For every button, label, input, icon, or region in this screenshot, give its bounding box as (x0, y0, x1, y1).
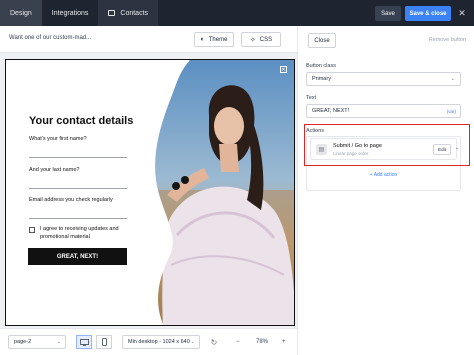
button-text-input[interactable]: GREAT, NEXT! {var} (306, 104, 461, 118)
button-text-value: GREAT, NEXT! (312, 108, 350, 114)
chevron-down-icon: ⌄ (56, 339, 61, 345)
viewport-select[interactable]: Min desktop - 1024 x 640 ⌄ (122, 335, 200, 349)
zoom-level: 78% (256, 339, 269, 345)
css-label: CSS (259, 36, 273, 43)
rotate-icon: ↻ (210, 337, 218, 347)
email-label[interactable]: Email address you check regularly (29, 197, 113, 203)
close-icon[interactable]: ✕ (456, 6, 468, 21)
page-select-value: page-2 (14, 339, 32, 345)
button-class-label: Button class (306, 63, 336, 69)
properties-panel: Close Remove button Button class Primary… (297, 26, 474, 355)
tab-design[interactable]: Design (0, 0, 42, 26)
text-label: Text (306, 95, 317, 101)
zoom-out-button[interactable]: − (236, 335, 240, 349)
theme-button[interactable]: ◐ Theme (194, 32, 234, 47)
button-class-value: Primary (312, 76, 331, 82)
desktop-view-button[interactable] (76, 335, 92, 349)
mobile-view-button[interactable] (96, 335, 112, 349)
css-button[interactable]: ✧ CSS (241, 32, 281, 47)
great-next-button[interactable]: GREAT, NEXT! (28, 248, 127, 265)
rotate-button[interactable]: ↻ (206, 335, 222, 349)
add-action-link[interactable]: + Add action (306, 172, 461, 178)
palette-icon: ◐ (200, 36, 205, 43)
custom-design-prompt[interactable]: Want one of our custom-mad... (9, 35, 91, 41)
monitor-icon (79, 338, 89, 346)
phone-icon (101, 338, 107, 346)
tab-design-label: Design (10, 9, 32, 17)
actions-highlight (304, 124, 470, 166)
hero-photo[interactable] (149, 60, 295, 326)
tab-integrations-label: Integrations (51, 9, 89, 17)
contacts-icon (108, 10, 116, 16)
remove-button-link[interactable]: Remove button (429, 37, 466, 43)
first-name-input[interactable] (29, 157, 127, 158)
top-bar: Design Integrations Contacts (0, 0, 474, 26)
chevron-down-icon: ⌄ (190, 339, 195, 345)
save-button[interactable]: Save (375, 6, 401, 21)
zoom-in-button[interactable]: + (282, 335, 286, 349)
magic-wand-icon: ✧ (249, 36, 256, 44)
email-input[interactable] (29, 218, 127, 219)
theme-label: Theme (208, 36, 228, 43)
chevron-down-icon: ⌄ (450, 76, 455, 82)
consent-label[interactable]: I agree to receiving updates and promoti… (40, 226, 135, 241)
save-close-button[interactable]: Save & close (405, 6, 451, 21)
last-name-label[interactable]: And your last name? (29, 167, 79, 173)
button-class-select[interactable]: Primary ⌄ (306, 72, 461, 86)
panel-close-button[interactable]: Close (308, 33, 336, 48)
page-select[interactable]: page-2 ⌄ (8, 335, 66, 349)
popup-title[interactable]: Your contact details (29, 115, 133, 127)
editor-canvas: Your contact details What's your first n… (0, 53, 297, 328)
tab-integrations[interactable]: Integrations (42, 0, 99, 26)
last-name-input[interactable] (29, 188, 127, 189)
editor-toolbar: Want one of our custom-mad... ◐ Theme ✧ CS… (0, 26, 297, 53)
popup-preview[interactable]: Your contact details What's your first n… (5, 59, 295, 326)
bottom-bar: page-2 ⌄ Min desktop - 1024 x 640 ⌄ ↻ − 78… (0, 328, 297, 355)
tab-contacts-label: Contacts (120, 9, 149, 17)
consent-checkbox[interactable] (29, 227, 35, 233)
first-name-label[interactable]: What's your first name? (29, 136, 87, 142)
tab-contacts[interactable]: Contacts (98, 0, 159, 26)
popup-close-icon[interactable]: ✕ (280, 66, 287, 73)
variable-tag[interactable]: {var} (447, 109, 456, 114)
viewport-select-value: Min desktop - 1024 x 640 (128, 339, 190, 345)
